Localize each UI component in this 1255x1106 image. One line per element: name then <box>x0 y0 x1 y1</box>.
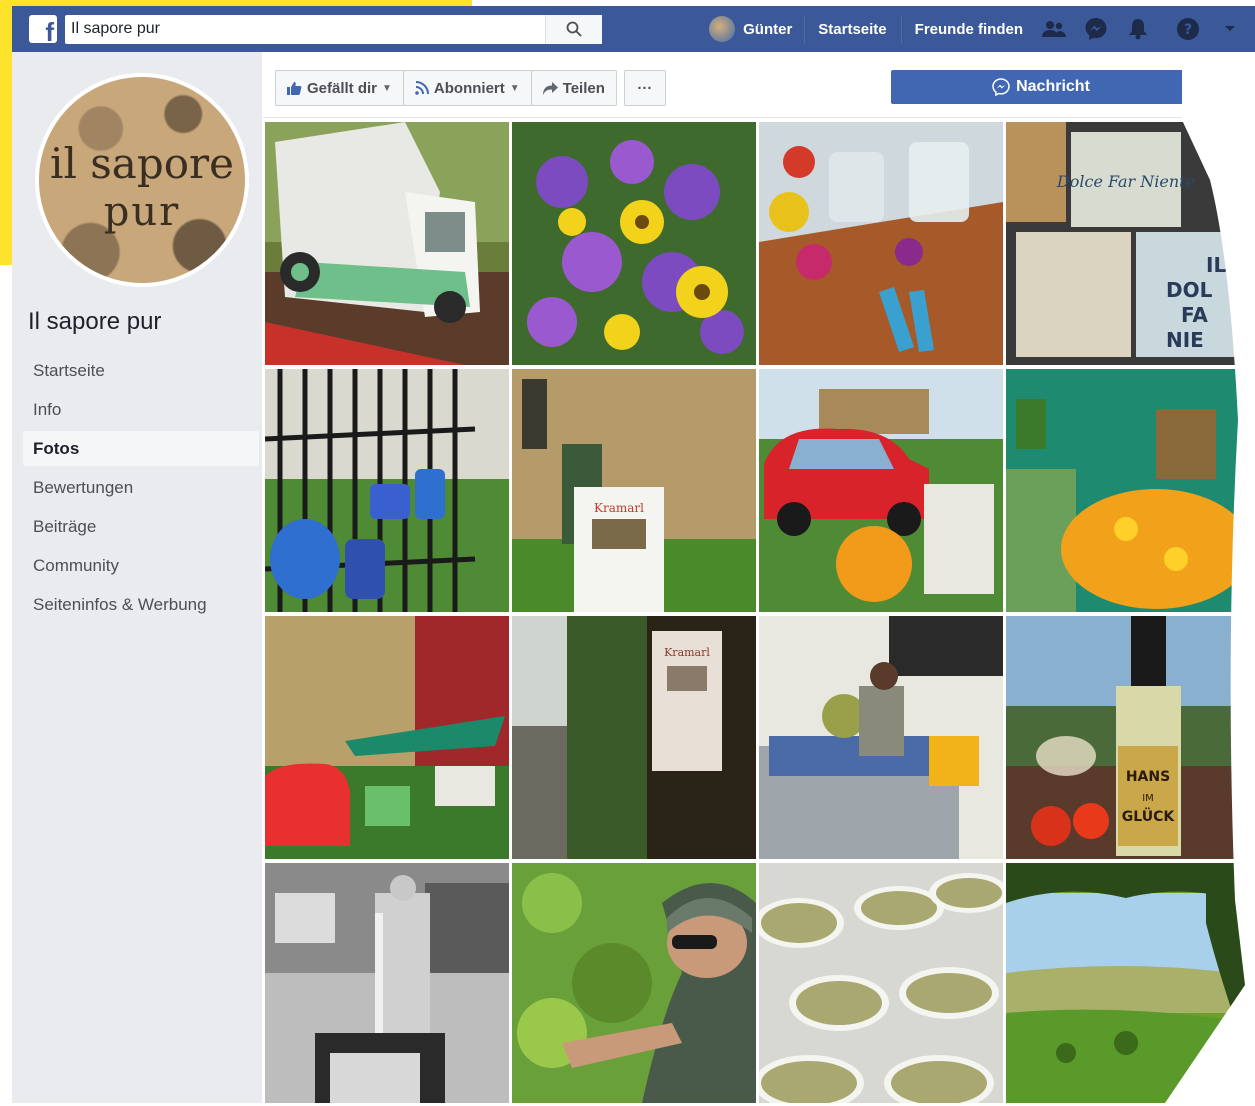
svg-text:Kramarl: Kramarl <box>594 501 644 515</box>
photo-red-fiat-garden[interactable] <box>759 369 1003 612</box>
share-button-label: Teilen <box>562 79 605 97</box>
messenger-icon[interactable] <box>1083 16 1109 42</box>
top-navigation-bar: f Günter Startseite Freunde finden <box>12 6 1255 52</box>
profile-link[interactable]: Günter <box>697 16 804 42</box>
svg-text:Kramarl: Kramarl <box>664 646 710 659</box>
photo-orange-flowers-shelf[interactable] <box>1006 369 1250 612</box>
follow-button[interactable]: Abonniert ▼ <box>402 70 532 106</box>
search-input[interactable] <box>65 15 545 43</box>
follow-button-label: Abonniert <box>433 79 505 97</box>
yellow-accent-side <box>0 0 12 265</box>
page-title[interactable]: Il sapore pur <box>28 308 161 336</box>
search-box <box>65 14 602 44</box>
photo-tree-poster[interactable]: Kramarl <box>512 616 756 859</box>
photo-grape-harvest-woman[interactable] <box>512 863 756 1106</box>
send-message-button[interactable]: Nachricht <box>891 70 1191 104</box>
nav-home-link[interactable]: Startseite <box>804 15 900 44</box>
caret-down-icon: ▼ <box>382 82 392 94</box>
logo-text-line1: il sapore <box>50 139 234 188</box>
page-sidebar: il sapore pur Il sapore pur Startseite I… <box>12 52 262 1103</box>
avatar <box>709 16 736 42</box>
sidebar-item-beitraege[interactable]: Beiträge <box>23 509 259 544</box>
dropdown-icon[interactable] <box>1217 16 1243 42</box>
svg-text:HANS: HANS <box>1126 769 1170 785</box>
page-logo: il sapore pur <box>39 77 245 283</box>
user-name: Günter <box>743 20 793 38</box>
rss-icon <box>415 81 429 95</box>
svg-text:?: ? <box>1184 22 1192 38</box>
svg-text:DOL: DOL <box>1166 278 1213 302</box>
photo-grape-press[interactable] <box>759 616 1003 859</box>
more-options-button[interactable]: ··· <box>623 70 666 106</box>
nav-find-friends-link[interactable]: Freunde finden <box>900 15 1037 44</box>
sidebar-item-community[interactable]: Community <box>23 548 259 583</box>
photo-old-house-poster[interactable]: Kramarl <box>512 369 756 612</box>
search-button[interactable] <box>545 14 602 44</box>
share-arrow-icon <box>542 81 558 95</box>
like-button-label: Gefällt dir <box>307 79 378 97</box>
svg-text:GLÜCK: GLÜCK <box>1122 807 1176 825</box>
sidebar-item-seiteninfos[interactable]: Seiteninfos & Werbung <box>23 587 259 622</box>
like-button[interactable]: Gefällt dir ▼ <box>275 70 404 106</box>
page-profile-picture[interactable]: il sapore pur <box>35 73 249 287</box>
photo-flower-bouquet[interactable] <box>512 122 756 365</box>
sidebar-item-fotos[interactable]: Fotos <box>23 431 259 466</box>
sidebar-item-info[interactable]: Info <box>23 392 259 427</box>
sidebar-item-startseite[interactable]: Startseite <box>23 353 259 388</box>
send-message-label: Nachricht <box>1016 78 1090 95</box>
share-button[interactable]: Teilen <box>530 70 617 106</box>
sidebar-item-bewertungen[interactable]: Bewertungen <box>23 470 259 505</box>
svg-text:IL: IL <box>1206 253 1226 277</box>
photo-blue-jugs-fence[interactable] <box>265 369 509 612</box>
svg-text:Dolce Far Niente: Dolce Far Niente <box>1056 172 1195 191</box>
thumbs-up-icon <box>287 82 302 95</box>
search-icon <box>566 21 582 37</box>
bell-icon[interactable] <box>1125 16 1151 42</box>
photo-table-flowers-jars[interactable] <box>759 122 1003 365</box>
divider <box>263 117 1203 118</box>
photo-ape-three-wheeler[interactable] <box>265 122 509 365</box>
photo-bw-wine-cellar[interactable] <box>265 863 509 1106</box>
friends-icon[interactable] <box>1041 16 1067 42</box>
facebook-logo-icon[interactable]: f <box>29 15 57 43</box>
messenger-outline-icon <box>992 78 1010 96</box>
help-icon[interactable]: ? <box>1175 16 1201 42</box>
top-nav: Günter Startseite Freunde finden ? <box>697 6 1255 52</box>
photo-grape-buckets[interactable] <box>759 863 1003 1106</box>
svg-text:IM: IM <box>1142 793 1154 804</box>
svg-text:FA: FA <box>1181 303 1208 327</box>
logo-text-line2: pur <box>103 189 181 235</box>
svg-text:NIE: NIE <box>1166 328 1204 352</box>
photo-dolce-far-niente-tiles[interactable]: Dolce Far Niente IL DOL FA NIE <box>1006 122 1250 365</box>
photo-market-stand-red-car[interactable] <box>265 616 509 859</box>
more-options-label: ··· <box>637 79 653 97</box>
photo-wine-bottle[interactable]: HANS IM GLÜCK <box>1006 616 1250 859</box>
photo-vineyard-landscape[interactable] <box>1006 863 1250 1106</box>
sidebar-nav: Startseite Info Fotos Bewertungen Beiträ… <box>23 353 259 626</box>
caret-down-icon: ▼ <box>509 82 520 94</box>
page-action-bar: Gefällt dir ▼ Abonniert ▼ Teilen ··· <box>275 70 666 106</box>
